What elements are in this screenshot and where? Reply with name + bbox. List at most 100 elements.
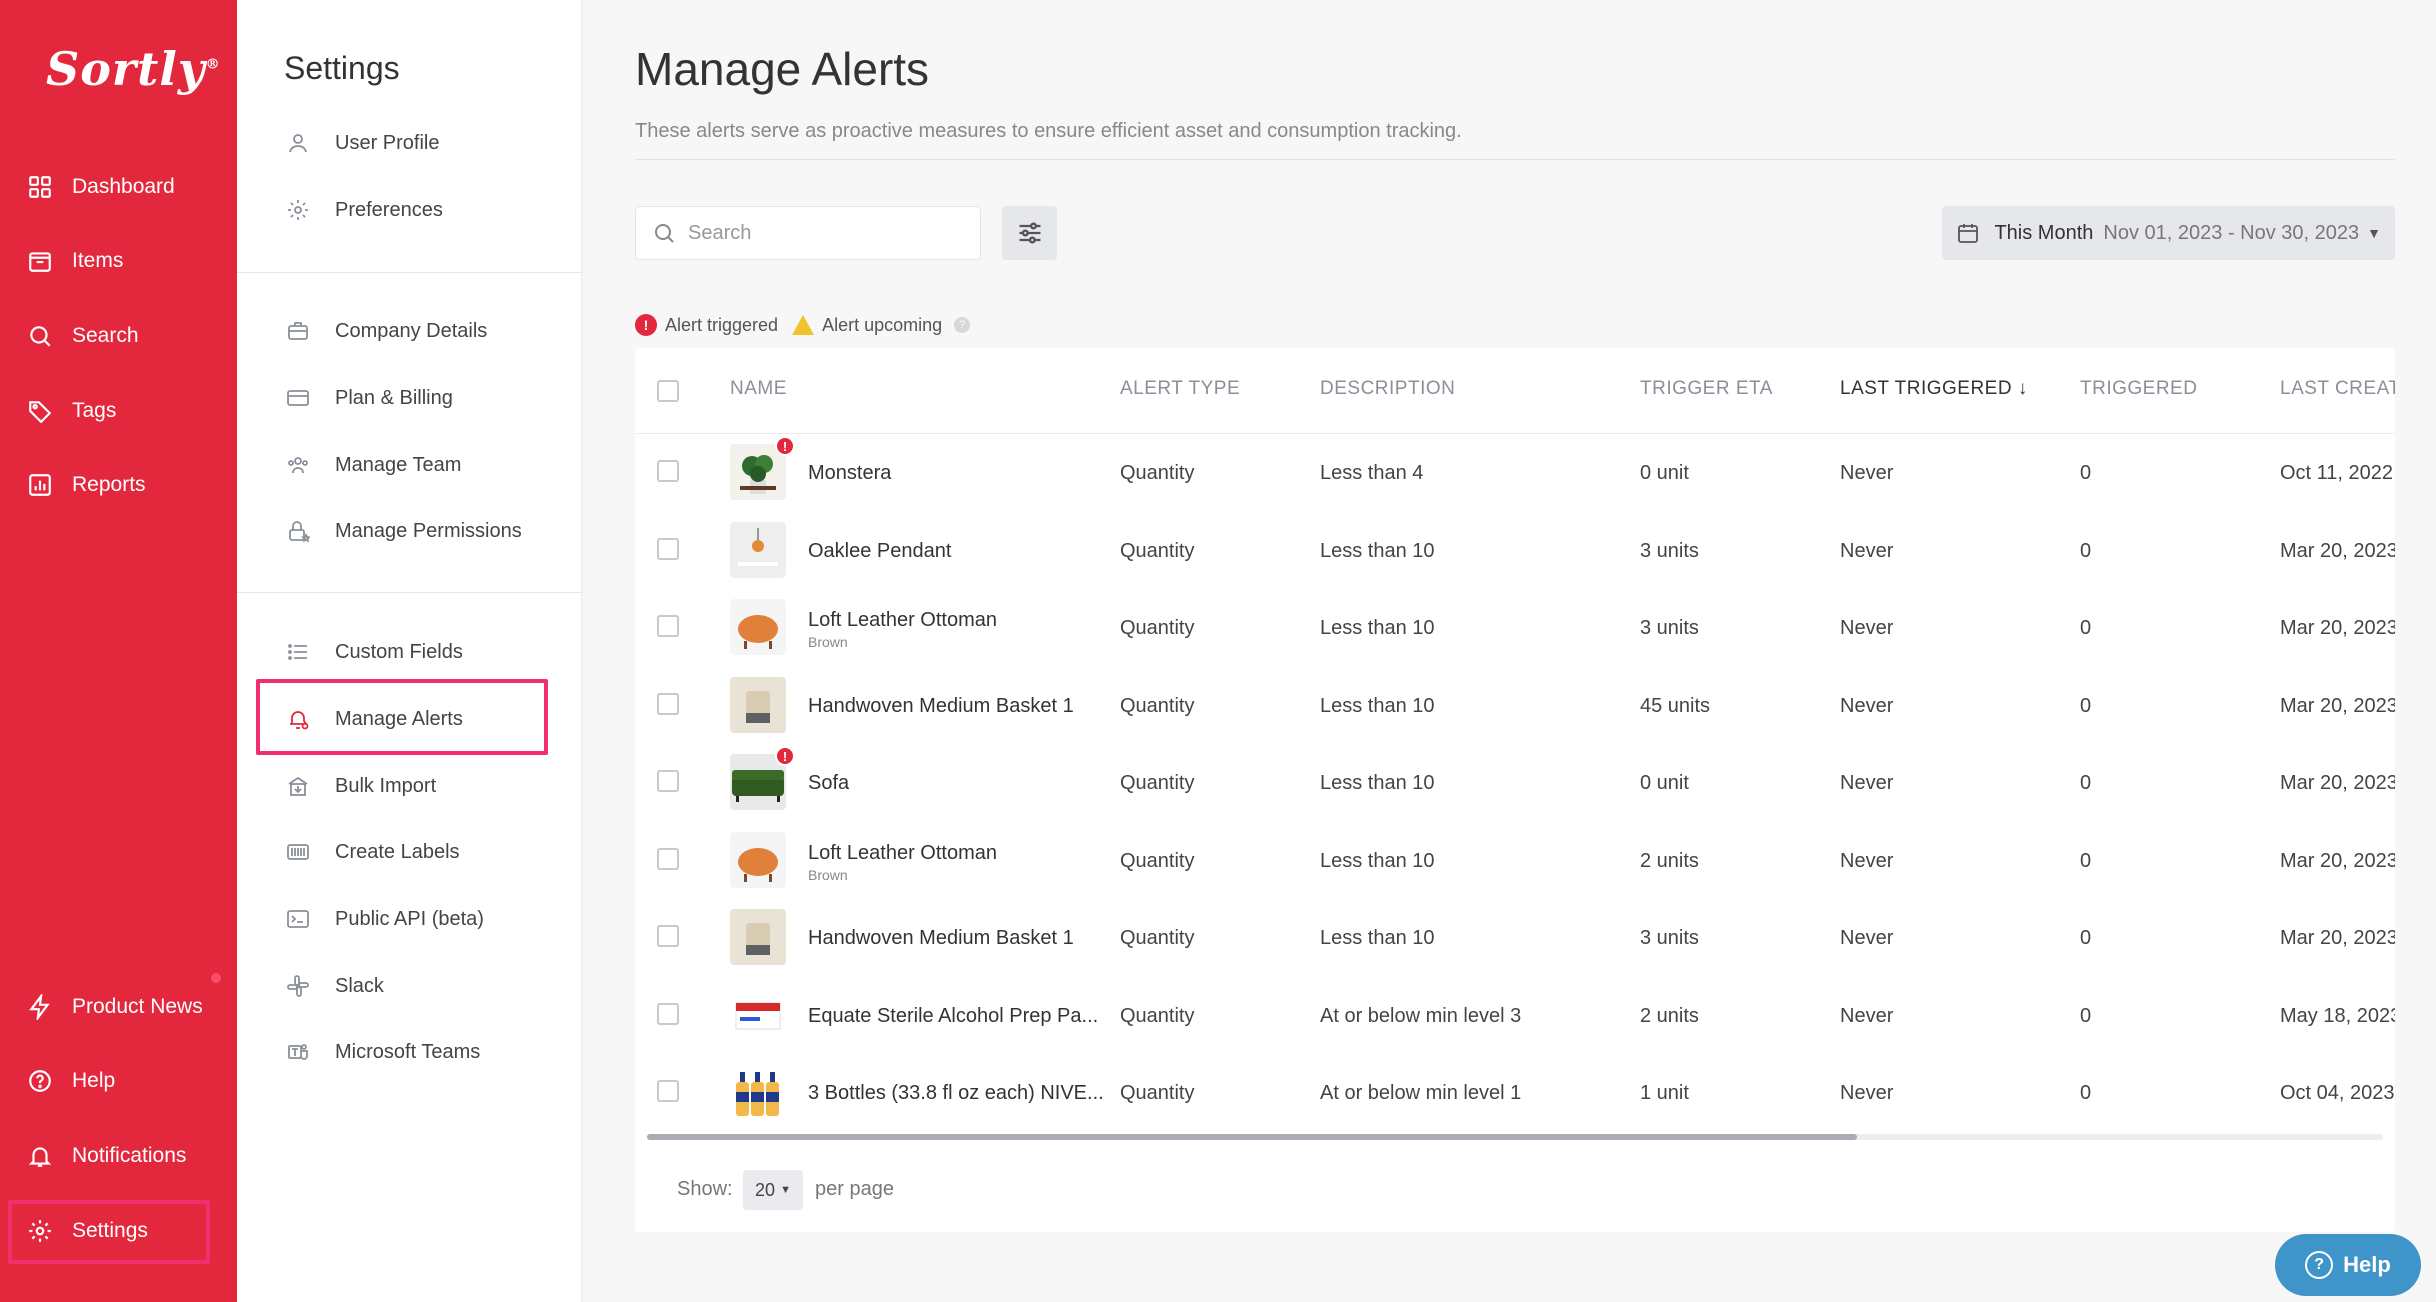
column-header-trigger-eta[interactable]: TRIGGER ETA	[1640, 378, 1773, 400]
table-row[interactable]: Loft Leather Ottoman Brown Quantity Less th…	[635, 589, 2395, 666]
settings-item-slack[interactable]: Slack	[237, 960, 582, 1012]
nav-search-label: Search	[72, 324, 139, 347]
per-page-select[interactable]: 20 ▼	[743, 1170, 803, 1210]
last-created-cell: Mar 20, 2023	[2280, 694, 2395, 717]
last-triggered-cell: Never	[1840, 772, 1894, 794]
settings-item-manage-team[interactable]: Manage Team	[237, 439, 582, 491]
nav-help[interactable]: Help	[0, 1051, 237, 1111]
last-created-cell: Mar 20, 2023	[2280, 927, 2395, 949]
last-created-cell: Oct 11, 2022 1:	[2280, 462, 2395, 484]
item-thumbnail[interactable]	[730, 521, 786, 578]
item-thumbnail[interactable]	[730, 676, 786, 733]
legend-triggered-label: Alert triggered	[665, 314, 779, 335]
description-cell: Less than 10	[1320, 539, 1435, 562]
search-input[interactable]	[688, 221, 968, 245]
date-range-label: This Month	[1994, 221, 2094, 244]
item-name[interactable]: Monstera	[808, 462, 891, 485]
item-name[interactable]: Handwoven Medium Basket 1	[808, 927, 1074, 950]
nav-notifications[interactable]: Notifications	[0, 1126, 237, 1186]
select-all-checkbox[interactable]	[657, 380, 679, 402]
sortly-logo[interactable]: Sortly®	[46, 42, 221, 96]
column-header-alert-type[interactable]: ALERT TYPE	[1120, 378, 1240, 400]
column-header-description[interactable]: DESCRIPTION	[1320, 378, 1455, 400]
settings-item-public-api[interactable]: Public API (beta)	[237, 893, 582, 945]
user-icon	[285, 130, 311, 156]
settings-item-label: Create Labels	[335, 840, 460, 863]
item-name[interactable]: 3 Bottles (33.8 fl oz each) NIVE...	[808, 1082, 1104, 1105]
item-name[interactable]: Oaklee Pendant	[808, 540, 951, 563]
teams-icon	[285, 1039, 311, 1065]
row-checkbox[interactable]	[657, 1080, 679, 1102]
table-row[interactable]: Handwoven Medium Basket 1 Quantity Less th…	[635, 667, 2395, 744]
table-row[interactable]: ! Monstera Quantity Less than 4 0 unit Never 0…	[635, 434, 2395, 511]
table-row[interactable]: ! Sofa Quantity Less than 10 0 unit Never 0 Mar…	[635, 744, 2395, 821]
nav-reports[interactable]: Reports	[0, 455, 237, 515]
settings-item-bulk-import[interactable]: Bulk Import	[237, 760, 582, 812]
last-triggered-cell: Never	[1840, 849, 1894, 872]
slack-icon	[285, 973, 311, 999]
horizontal-scrollbar-thumb[interactable]	[647, 1134, 1857, 1140]
settings-item-microsoft-teams[interactable]: Microsoft Teams	[237, 1026, 582, 1078]
row-checkbox[interactable]	[657, 692, 679, 715]
column-header-last-triggered[interactable]: LAST TRIGGERED ↓	[1840, 378, 2028, 400]
column-header-name[interactable]: NAME	[730, 378, 787, 400]
bell-icon	[26, 1142, 54, 1170]
row-checkbox[interactable]	[657, 770, 679, 792]
settings-item-manage-permissions[interactable]: Manage Permissions	[237, 505, 582, 557]
row-checkbox[interactable]	[657, 615, 679, 637]
settings-item-label: User Profile	[335, 131, 440, 154]
table-row[interactable]: Equate Sterile Alcohol Prep Pa... Quantit…	[635, 977, 2395, 1054]
settings-item-custom-fields[interactable]: Custom Fields	[237, 626, 582, 678]
table-row[interactable]: 3 Bottles (33.8 fl oz each) NIVE... Quant…	[635, 1054, 2395, 1131]
item-thumbnail[interactable]	[730, 1064, 786, 1120]
last-created-cell: May 18, 2023	[2280, 1004, 2395, 1027]
settings-item-company-details[interactable]: Company Details	[237, 305, 582, 357]
settings-item-user-profile[interactable]: User Profile	[237, 117, 582, 169]
nav-items[interactable]: Items	[0, 231, 237, 291]
item-name[interactable]: Equate Sterile Alcohol Prep Pa...	[808, 1005, 1098, 1028]
help-chat-button[interactable]: ? Help	[2275, 1234, 2421, 1296]
nav-tags[interactable]: Tags	[0, 381, 237, 441]
filter-button[interactable]	[1002, 206, 1057, 260]
item-thumbnail[interactable]	[730, 599, 786, 655]
nav-product-news[interactable]: Product News	[0, 977, 237, 1037]
item-thumbnail[interactable]	[730, 986, 786, 1043]
column-header-triggered[interactable]: TRIGGERED	[2080, 378, 2197, 400]
list-icon	[285, 639, 311, 665]
search-field[interactable]	[635, 206, 981, 260]
item-name[interactable]: Loft Leather Ottoman	[808, 609, 997, 632]
item-thumbnail[interactable]	[730, 909, 786, 965]
item-name[interactable]: Handwoven Medium Basket 1	[808, 695, 1074, 718]
terminal-icon	[285, 906, 311, 932]
search-icon	[26, 322, 54, 350]
row-checkbox[interactable]	[657, 1002, 679, 1025]
settings-item-plan-billing[interactable]: Plan & Billing	[237, 372, 582, 424]
column-header-last-created[interactable]: LAST CREAT	[2280, 378, 2395, 400]
table-row[interactable]: Oaklee Pendant Quantity Less than 10 3 unit…	[635, 512, 2395, 589]
date-range-value: Nov 01, 2023 - Nov 30, 2023	[2103, 221, 2360, 244]
item-thumbnail[interactable]	[730, 831, 786, 888]
last-created-cell: Oct 04, 2023	[2280, 1082, 2395, 1104]
team-icon	[285, 452, 311, 478]
settings-item-preferences[interactable]: Preferences	[237, 184, 582, 236]
last-created-cell: Mar 20, 2023	[2280, 849, 2395, 872]
triggered-count-cell: 0	[2080, 772, 2092, 794]
table-row[interactable]: Loft Leather Ottoman Brown Quantity Less th…	[635, 822, 2395, 899]
row-checkbox[interactable]	[657, 537, 679, 560]
nav-dashboard[interactable]: Dashboard	[0, 157, 237, 217]
row-checkbox[interactable]	[657, 925, 679, 947]
item-name[interactable]: Sofa	[808, 772, 849, 795]
nav-search[interactable]: Search	[0, 306, 237, 366]
briefcase-icon	[285, 318, 311, 344]
table-row[interactable]: Handwoven Medium Basket 1 Quantity Less th…	[635, 899, 2395, 976]
row-checkbox[interactable]	[657, 847, 679, 870]
settings-item-create-labels[interactable]: Create Labels	[237, 826, 582, 878]
row-checkbox[interactable]	[657, 460, 679, 482]
nav-help-label: Help	[72, 1069, 116, 1092]
item-name[interactable]: Loft Leather Ottoman	[808, 842, 997, 865]
info-icon[interactable]: ?	[954, 317, 971, 333]
date-range-picker[interactable]: This Month Nov 01, 2023 - Nov 30, 2023 ▼	[1942, 206, 2395, 260]
dashboard-icon	[26, 173, 54, 201]
triggered-count-cell: 0	[2080, 927, 2092, 949]
main-content: Manage Alerts These alerts serve as proa…	[582, 0, 2436, 1302]
